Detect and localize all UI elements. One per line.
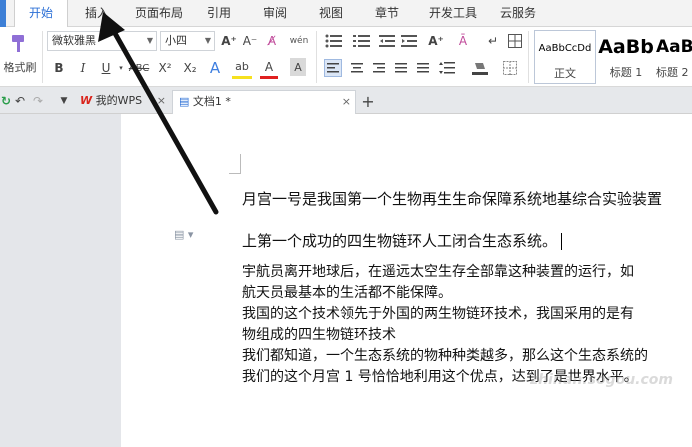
- tab-review[interactable]: 审阅: [252, 0, 298, 27]
- chevron-down-icon[interactable]: ▾: [117, 57, 125, 79]
- bold-button[interactable]: B: [50, 57, 68, 79]
- paragraph-line: 物组成的四生物链环技术: [242, 327, 396, 343]
- text-cursor: [561, 233, 563, 250]
- ribbon-tab-bar: 开始 插入 页面布局 引用 审阅 视图 章节 开发工具 云服务: [0, 0, 692, 28]
- paragraph-line-text: 上第一个成功的四生物链环人工闭合生态系统。: [242, 232, 558, 250]
- tab-sections[interactable]: 章节: [364, 0, 410, 27]
- align-center-icon[interactable]: [348, 59, 366, 77]
- ribbon-toolbar: 格式刷 微软雅黑 ▼ 小四 ▼ A⁺ A⁻ A̸ wén B I U ▾ ABC…: [0, 27, 692, 87]
- format-painter-button[interactable]: 格式刷: [0, 59, 40, 75]
- paragraph-line: 宇航员离开地球后，在遥远太空生存全部靠这种装置的运行，如: [242, 264, 634, 280]
- outdent-icon[interactable]: [378, 31, 396, 51]
- clear-format-button[interactable]: A̸: [262, 31, 282, 51]
- doc-tab-document-1[interactable]: ▤ 文档1 * ×: [172, 90, 356, 114]
- paragraph-line: 我们都知道，一个生态系统的物种种类越多，那么这个生态系统的: [242, 348, 648, 364]
- paragraph-line: 航天员最基本的生活都不能保障。: [242, 285, 452, 301]
- style-heading-2-label: 标题 2: [656, 66, 689, 79]
- page-corner-mark: [229, 154, 241, 174]
- show-marks-icon[interactable]: ↵: [484, 31, 502, 51]
- paragraph-line: 上第一个成功的四生物链环人工闭合生态系统。: [242, 230, 563, 251]
- close-icon[interactable]: ×: [342, 91, 351, 113]
- chevron-down-icon[interactable]: ▼: [58, 91, 70, 111]
- tab-references[interactable]: 引用: [196, 0, 242, 27]
- font-size-value: 小四: [165, 34, 187, 47]
- tab-cloud-service[interactable]: 云服务: [490, 0, 546, 27]
- superscript-button[interactable]: X²: [155, 57, 175, 79]
- new-tab-icon[interactable]: +: [360, 91, 376, 111]
- align-left-icon[interactable]: [324, 59, 342, 77]
- wps-logo-icon: W: [80, 94, 93, 107]
- change-case-icon[interactable]: A⁺: [424, 31, 448, 51]
- underline-button[interactable]: U: [97, 57, 115, 79]
- style-heading-1[interactable]: AaBb 标题 1: [598, 30, 654, 84]
- highlight-button[interactable]: ab: [232, 57, 252, 79]
- style-heading-1-sample: AaBb: [598, 36, 654, 58]
- close-icon[interactable]: ×: [157, 90, 166, 112]
- paragraph-line: 月宫一号是我国第一个生物再生生命保障系统地基综合实验装置: [242, 190, 663, 208]
- chevron-down-icon: ▼: [146, 36, 153, 45]
- justify-icon[interactable]: [392, 59, 410, 77]
- bullet-list-icon[interactable]: [322, 31, 346, 51]
- document-area: ▤ ▾ 月宫一号是我国第一个生物再生生命保障系统地基综合实验装置 上第一个成功的…: [0, 114, 692, 447]
- style-heading-1-label: 标题 1: [609, 66, 643, 79]
- document-tab-bar: ↻ ↶ ↷ ▼ W 我的WPS × ▤ 文档1 * × +: [0, 87, 692, 114]
- style-normal[interactable]: AaBbCcDd 正文: [534, 30, 596, 84]
- tab-developer[interactable]: 开发工具: [420, 0, 486, 27]
- align-right-icon[interactable]: [370, 59, 388, 77]
- tab-home[interactable]: 开始: [14, 0, 68, 28]
- font-name-select[interactable]: 微软雅黑 ▼: [47, 31, 157, 51]
- italic-button[interactable]: I: [74, 57, 92, 79]
- format-painter-icon[interactable]: [0, 31, 38, 57]
- font-color-button[interactable]: A: [260, 57, 278, 79]
- style-normal-label: 正文: [554, 67, 576, 80]
- save-icon[interactable]: ↻: [0, 91, 12, 111]
- line-spacing-icon[interactable]: [436, 59, 458, 77]
- shading-icon[interactable]: [468, 59, 492, 77]
- left-margin: [0, 114, 120, 447]
- style-normal-sample: AaBbCcDd: [538, 42, 592, 54]
- grow-font-button[interactable]: A⁺: [219, 31, 239, 51]
- document-icon: ▤: [179, 95, 190, 108]
- numbered-list-icon[interactable]: [350, 31, 374, 51]
- distributed-icon[interactable]: [414, 59, 432, 77]
- tab-page-layout[interactable]: 页面布局: [127, 0, 191, 27]
- app-menu-strip[interactable]: [0, 0, 6, 27]
- tab-view[interactable]: 视图: [308, 0, 354, 27]
- document-page[interactable]: ▤ ▾ 月宫一号是我国第一个生物再生生命保障系统地基综合实验装置 上第一个成功的…: [121, 114, 692, 447]
- char-shading-button[interactable]: A: [290, 58, 306, 76]
- borders-icon[interactable]: [500, 59, 520, 77]
- chevron-down-icon: ▼: [204, 36, 211, 45]
- font-size-select[interactable]: 小四 ▼: [160, 31, 215, 51]
- doc-tab-document-1-label: 文档1 *: [192, 95, 231, 108]
- redo-icon[interactable]: ↷: [30, 91, 46, 111]
- watermark: zhinan.sogou.com: [530, 372, 673, 388]
- tab-insert[interactable]: 插入: [72, 0, 122, 27]
- text-effect-button[interactable]: A: [206, 57, 224, 79]
- paragraph-line: 我国的这个技术领先于外国的两生物链环技术，我国采用的是有: [242, 306, 634, 322]
- doc-tab-my-wps-label: 我的WPS: [95, 94, 143, 107]
- undo-icon[interactable]: ↶: [12, 91, 28, 111]
- paragraph-layout-icon[interactable]: ▤ ▾: [174, 228, 193, 241]
- shrink-font-button[interactable]: A⁻: [240, 31, 260, 51]
- doc-tab-my-wps[interactable]: W 我的WPS ×: [76, 90, 168, 114]
- subscript-button[interactable]: X₂: [180, 57, 200, 79]
- style-heading-2[interactable]: AaBb 标题 2: [656, 30, 692, 84]
- indent-icon[interactable]: [400, 31, 418, 51]
- table-grid-icon[interactable]: [506, 31, 524, 51]
- strikethrough-button[interactable]: ABC: [126, 57, 152, 79]
- clear-icon[interactable]: Ā: [452, 31, 474, 51]
- style-heading-2-sample: AaBb: [656, 37, 692, 57]
- phonetic-guide-button[interactable]: wén: [285, 31, 313, 51]
- font-name-value: 微软雅黑: [52, 34, 96, 47]
